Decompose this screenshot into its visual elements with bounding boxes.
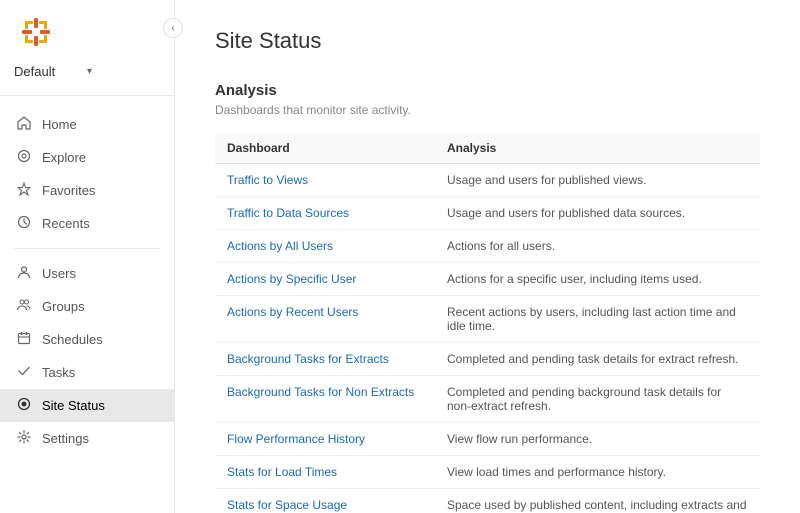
col-header-dashboard: Dashboard: [215, 133, 435, 164]
dashboard-link-cell[interactable]: Actions by Specific User: [215, 263, 435, 296]
sidebar-item-site-status-label: Site Status: [42, 398, 105, 413]
schedules-icon: [16, 331, 32, 348]
sidebar-item-tasks-label: Tasks: [42, 365, 75, 380]
col-header-analysis: Analysis: [435, 133, 760, 164]
sidebar-item-users-label: Users: [42, 266, 76, 281]
analysis-section: Analysis Dashboards that monitor site ac…: [215, 82, 760, 513]
table-row: Actions by Specific User Actions for a sp…: [215, 263, 760, 296]
section-title: Analysis: [215, 82, 760, 99]
home-icon: [16, 116, 32, 133]
sidebar-section-divider: [14, 248, 160, 249]
dashboard-link-cell[interactable]: Actions by All Users: [215, 230, 435, 263]
users-icon: [16, 265, 32, 282]
sidebar: Default ▾ Home: [0, 0, 175, 513]
table-row: Background Tasks for Extracts Completed a…: [215, 343, 760, 376]
sidebar-item-home[interactable]: Home: [0, 108, 174, 141]
app-logo: [20, 16, 52, 48]
table-row: Stats for Load Times View load times and …: [215, 456, 760, 489]
sidebar-item-explore[interactable]: Explore: [0, 141, 174, 174]
table-row: Background Tasks for Non Extracts Complet…: [215, 376, 760, 423]
sidebar-item-schedules[interactable]: Schedules: [0, 323, 174, 356]
dashboard-link[interactable]: Flow Performance History: [227, 432, 365, 446]
dashboard-link[interactable]: Actions by All Users: [227, 239, 333, 253]
favorites-icon: [16, 182, 32, 199]
logo-area: [0, 0, 174, 60]
sidebar-item-groups-label: Groups: [42, 299, 85, 314]
dashboard-link-cell[interactable]: Background Tasks for Non Extracts: [215, 376, 435, 423]
recents-icon: [16, 215, 32, 232]
table-row: Stats for Space Usage Space used by publi…: [215, 489, 760, 513]
collapse-icon: ‹: [171, 23, 174, 34]
sidebar-nav: Home Explore Favorites: [0, 100, 174, 513]
tasks-icon: [16, 364, 32, 381]
dashboard-link[interactable]: Actions by Recent Users: [227, 305, 358, 319]
sidebar-item-schedules-label: Schedules: [42, 332, 103, 347]
main-content: Site Status Analysis Dashboards that mon…: [175, 0, 800, 513]
sidebar-item-recents-label: Recents: [42, 216, 90, 231]
sidebar-divider-top: [0, 95, 174, 96]
dashboard-link-cell[interactable]: Traffic to Views: [215, 164, 435, 197]
groups-icon: [16, 298, 32, 315]
sidebar-item-groups[interactable]: Groups: [0, 290, 174, 323]
dashboard-link[interactable]: Stats for Load Times: [227, 465, 337, 479]
description-cell: Usage and users for published views.: [435, 164, 760, 197]
section-subtitle: Dashboards that monitor site activity.: [215, 103, 760, 117]
settings-icon: [16, 430, 32, 447]
dashboard-link-cell[interactable]: Stats for Space Usage: [215, 489, 435, 513]
dashboard-link-cell[interactable]: Flow Performance History: [215, 423, 435, 456]
site-selector[interactable]: Default ▾: [0, 60, 174, 91]
sidebar-item-home-label: Home: [42, 117, 77, 132]
table-row: Actions by All Users Actions for all user…: [215, 230, 760, 263]
sidebar-item-favorites[interactable]: Favorites: [0, 174, 174, 207]
dashboard-link-cell[interactable]: Actions by Recent Users: [215, 296, 435, 343]
description-cell: Actions for a specific user, including i…: [435, 263, 760, 296]
sidebar-item-favorites-label: Favorites: [42, 183, 95, 198]
description-cell: View load times and performance history.: [435, 456, 760, 489]
dashboard-link-cell[interactable]: Traffic to Data Sources: [215, 197, 435, 230]
site-selector-label: Default: [14, 64, 87, 79]
description-cell: Usage and users for published data sourc…: [435, 197, 760, 230]
dashboard-link[interactable]: Stats for Space Usage: [227, 498, 347, 512]
description-cell: Completed and pending task details for e…: [435, 343, 760, 376]
table-row: Traffic to Data Sources Usage and users f…: [215, 197, 760, 230]
description-cell: Completed and pending background task de…: [435, 376, 760, 423]
sidebar-item-users[interactable]: Users: [0, 257, 174, 290]
page-title: Site Status: [215, 28, 760, 54]
dashboard-link[interactable]: Actions by Specific User: [227, 272, 356, 286]
dashboard-link-cell[interactable]: Stats for Load Times: [215, 456, 435, 489]
description-cell: Actions for all users.: [435, 230, 760, 263]
chevron-down-icon: ▾: [87, 66, 160, 77]
dashboard-table: Dashboard Analysis Traffic to Views Usage…: [215, 133, 760, 513]
sidebar-item-tasks[interactable]: Tasks: [0, 356, 174, 389]
dashboard-link-cell[interactable]: Background Tasks for Extracts: [215, 343, 435, 376]
explore-icon: [16, 149, 32, 166]
description-cell: View flow run performance.: [435, 423, 760, 456]
table-row: Traffic to Views Usage and users for publ…: [215, 164, 760, 197]
collapse-sidebar-button[interactable]: ‹: [163, 18, 183, 38]
table-row: Actions by Recent Users Recent actions by…: [215, 296, 760, 343]
sidebar-item-settings[interactable]: Settings: [0, 422, 174, 455]
site-status-icon: [16, 397, 32, 414]
dashboard-link[interactable]: Traffic to Views: [227, 173, 308, 187]
description-cell: Space used by published content, includi…: [435, 489, 760, 513]
sidebar-item-settings-label: Settings: [42, 431, 89, 446]
dashboard-link[interactable]: Background Tasks for Non Extracts: [227, 385, 414, 399]
dashboard-link[interactable]: Traffic to Data Sources: [227, 206, 349, 220]
sidebar-item-explore-label: Explore: [42, 150, 86, 165]
table-header-row: Dashboard Analysis: [215, 133, 760, 164]
sidebar-item-recents[interactable]: Recents: [0, 207, 174, 240]
sidebar-item-site-status[interactable]: Site Status: [0, 389, 174, 422]
description-cell: Recent actions by users, including last …: [435, 296, 760, 343]
dashboard-link[interactable]: Background Tasks for Extracts: [227, 352, 389, 366]
table-row: Flow Performance History View flow run pe…: [215, 423, 760, 456]
